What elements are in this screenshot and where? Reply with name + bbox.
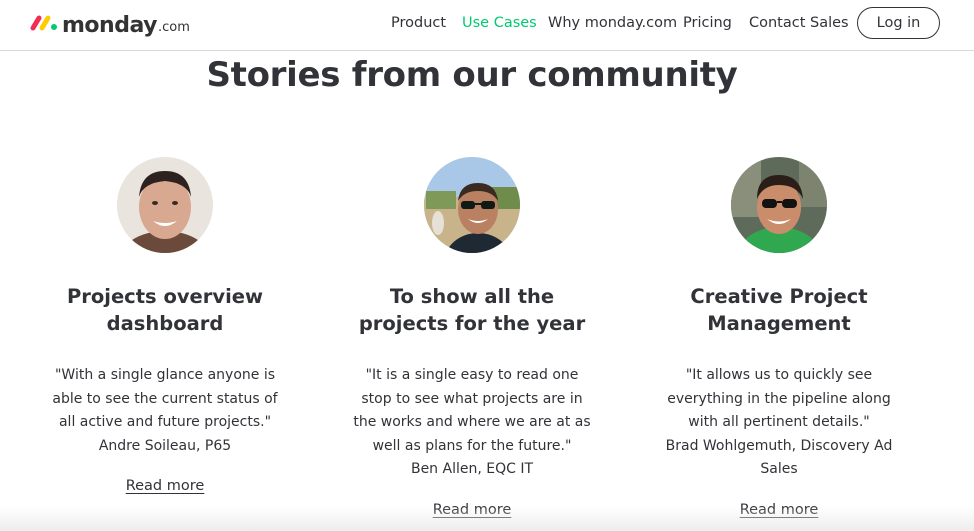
person-photo-icon — [424, 157, 520, 253]
card-author: Ben Allen, EQC IT — [410, 461, 534, 477]
read-more-link[interactable]: Read more — [126, 478, 205, 494]
card-author: Brad Wohlgemuth, Discovery Ad Sales — [665, 437, 893, 478]
section-title: Stories from our community — [206, 55, 738, 95]
top-navigation-bar: monday .com Product Use Cases Why monday… — [0, 0, 974, 51]
monday-logo[interactable]: monday .com — [30, 8, 190, 38]
login-button[interactable]: Log in — [857, 7, 940, 39]
card-title: Creative Project Management — [690, 285, 868, 335]
nav-item-use-cases[interactable]: Use Cases — [462, 15, 537, 31]
card-quote: "With a single glance anyone is able to … — [52, 367, 278, 430]
nav-item-why-monday[interactable]: Why monday.com — [548, 15, 677, 31]
nav-item-product[interactable]: Product — [391, 15, 446, 31]
testimonial-card: Projects overview dashboard "With a sing… — [15, 157, 315, 494]
card-quote: "It is a single easy to read one stop to… — [353, 367, 591, 454]
person-photo-icon — [731, 157, 827, 253]
nav-item-pricing[interactable]: Pricing — [683, 15, 732, 31]
read-more-link[interactable]: Read more — [740, 502, 819, 518]
card-author: Andre Soileau, P65 — [98, 437, 232, 454]
testimonial-card: Creative Project Management "It allows u… — [629, 157, 929, 518]
card-quote: "It allows us to quickly see everything … — [667, 367, 891, 430]
card-title: Projects overview dashboard — [66, 285, 264, 335]
card-title: To show all the projects for the year — [358, 285, 586, 335]
page: monday .com Product Use Cases Why monday… — [0, 0, 974, 531]
testimonial-card: To show all the projects for the year "I… — [322, 157, 622, 518]
logo-wordmark: monday — [62, 13, 157, 38]
nav-item-contact-sales[interactable]: Contact Sales — [749, 15, 849, 31]
monday-logo-icon — [30, 15, 57, 31]
logo-suffix: .com — [157, 20, 190, 35]
person-photo-icon — [117, 157, 213, 253]
read-more-link[interactable]: Read more — [433, 502, 512, 518]
